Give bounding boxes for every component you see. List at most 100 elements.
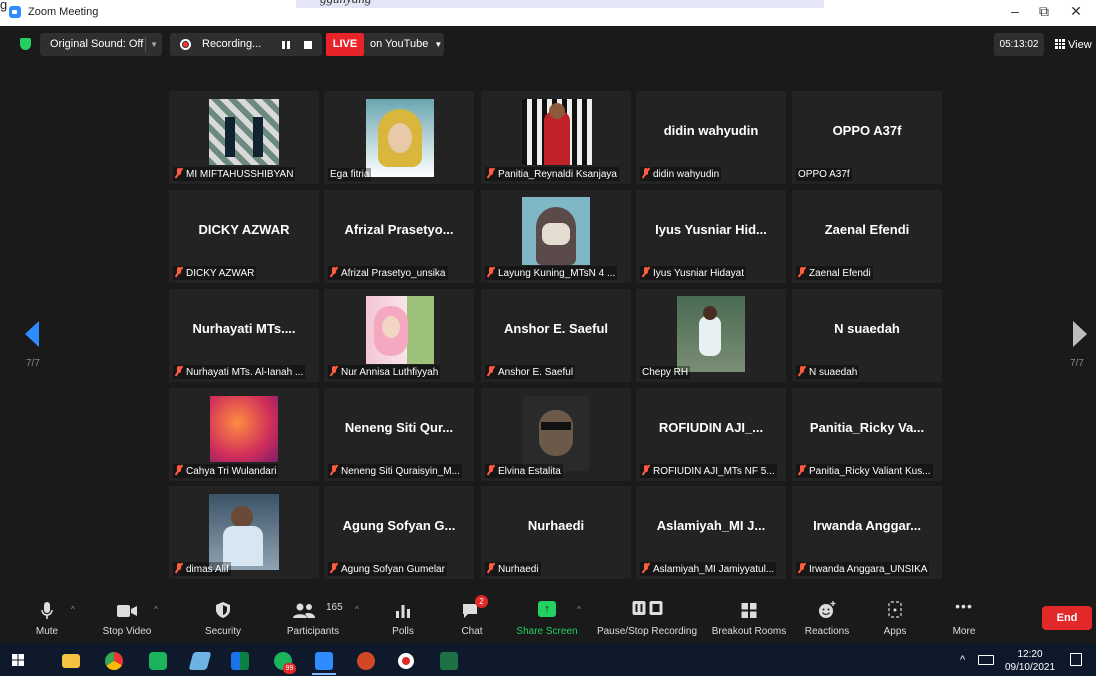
pause-recording-icon[interactable]: [282, 41, 290, 49]
apps-button[interactable]: Apps: [878, 593, 912, 644]
stop-video-button[interactable]: ^ Stop Video: [96, 593, 158, 644]
participant-tile[interactable]: N suaedah N suaedah: [792, 289, 942, 382]
participant-name-label: Aslamiyah_MI Jamiyyatul...: [640, 562, 777, 576]
reactions-button[interactable]: Reactions: [802, 593, 852, 644]
tray-chevron-up-icon[interactable]: ^: [960, 654, 965, 667]
participant-tile[interactable]: Irwanda Anggar... Irwanda Anggara_UNSIKA: [792, 486, 942, 579]
participant-tile[interactable]: didin wahyudin didin wahyudin: [636, 91, 786, 184]
chat-button[interactable]: 2 Chat: [455, 593, 489, 644]
participant-name: didin wahyudin: [653, 169, 720, 180]
encryption-shield-icon[interactable]: [20, 38, 31, 50]
excel-icon[interactable]: [440, 652, 458, 670]
muted-microphone-icon: [487, 366, 495, 376]
participant-name: Irwanda Anggara_UNSIKA: [809, 564, 928, 575]
minimize-button[interactable]: –: [1005, 3, 1025, 21]
next-page-arrow-icon[interactable]: [1073, 321, 1087, 347]
participants-label: Participants: [286, 626, 340, 637]
chevron-up-icon[interactable]: ^: [355, 605, 359, 614]
participant-tile[interactable]: DICKY AZWAR DICKY AZWAR: [169, 190, 319, 283]
share-screen-button[interactable]: ↑ ^ Share Screen: [513, 593, 581, 644]
clock-date: 09/10/2021: [1004, 662, 1056, 673]
participant-tile[interactable]: Ega fitria: [324, 91, 474, 184]
restore-button[interactable]: ⧉: [1034, 3, 1054, 21]
muted-microphone-icon: [798, 366, 806, 376]
view-button[interactable]: View: [1055, 39, 1092, 51]
participant-tile[interactable]: Iyus Yusniar Hid... Iyus Yusniar Hidayat: [636, 190, 786, 283]
chevron-up-icon[interactable]: ^: [71, 605, 75, 614]
more-button[interactable]: ••• More: [948, 593, 980, 644]
end-meeting-button[interactable]: End: [1042, 606, 1092, 630]
screen-recorder-icon[interactable]: [398, 653, 414, 669]
participant-name-label: Iyus Yusniar Hidayat: [640, 266, 746, 280]
close-button[interactable]: ✕: [1066, 3, 1086, 21]
participant-tile[interactable]: Elvina Estalita: [481, 388, 631, 481]
muted-microphone-icon: [330, 465, 338, 475]
participant-tile[interactable]: Cahya Tri Wulandari: [169, 388, 319, 481]
participant-tile[interactable]: Layung Kuning_MTsN 4 ...: [481, 190, 631, 283]
system-clock[interactable]: 12:20 09/10/2021: [1000, 648, 1060, 674]
participant-display-name: ROFIUDIN AJI_...: [658, 420, 764, 435]
participant-name: Aslamiyah_MI Jamiyyatul...: [653, 564, 775, 575]
participant-tile[interactable]: Nurhaedi Nurhaedi: [481, 486, 631, 579]
pause-stop-recording-button[interactable]: Pause/Stop Recording: [595, 593, 699, 644]
participant-name: MI MIFTAHUSSHIBYAN: [186, 169, 294, 180]
chevron-down-icon[interactable]: ▼: [150, 33, 158, 56]
participant-name-label: Cahya Tri Wulandari: [173, 464, 279, 478]
participant-tile[interactable]: Nur Annisa Luthfiyyah: [324, 289, 474, 382]
participant-name-label: Irwanda Anggara_UNSIKA: [796, 562, 930, 576]
participant-video: [522, 197, 590, 265]
file-explorer-icon[interactable]: [62, 654, 80, 668]
muted-microphone-icon: [175, 465, 183, 475]
participant-name-label: Layung Kuning_MTsN 4 ...: [485, 266, 618, 280]
whatsapp-desktop-icon[interactable]: [149, 652, 167, 670]
participant-tile[interactable]: dimas Alif: [169, 486, 319, 579]
more-label: More: [952, 626, 976, 637]
mute-button[interactable]: ^ Mute: [27, 593, 75, 644]
stop-recording-icon[interactable]: [304, 41, 312, 49]
participant-name-label: dimas Alif: [173, 562, 231, 576]
previous-page-arrow-icon[interactable]: [25, 321, 39, 347]
zoom-logo-icon: [9, 6, 21, 18]
participant-name-label: Agung Sofyan Gumelar: [328, 562, 447, 576]
participant-name: Chepy RH: [642, 367, 689, 378]
participant-tile[interactable]: OPPO A37f OPPO A37f: [792, 91, 942, 184]
participant-tile[interactable]: Zaenal Efendi Zaenal Efendi: [792, 190, 942, 283]
participants-button[interactable]: 165 ^ Participants: [284, 593, 359, 644]
participant-tile[interactable]: Panitia_Reynaldi Ksanjaya: [481, 91, 631, 184]
participant-tile[interactable]: Nurhayati MTs.... Nurhayati MTs. Al-Ianah…: [169, 289, 319, 382]
polls-button[interactable]: Polls: [383, 593, 423, 644]
participant-tile[interactable]: Aslamiyah_MI J... Aslamiyah_MI Jamiyyatul…: [636, 486, 786, 579]
participant-tile[interactable]: Chepy RH: [636, 289, 786, 382]
live-stream-menu[interactable]: on YouTube ▼: [364, 33, 444, 56]
participants-icon: [293, 603, 315, 618]
notes-app-icon[interactable]: [188, 652, 212, 670]
recording-dot-icon: [180, 39, 191, 50]
chevron-up-icon[interactable]: ^: [154, 605, 158, 614]
battery-icon[interactable]: [978, 655, 994, 665]
participant-name: Nurhayati MTs. Al-Ianah ...: [186, 367, 304, 378]
share-arrow-icon: ↑: [538, 601, 556, 617]
windows-start-icon[interactable]: [12, 654, 24, 666]
participant-tile[interactable]: Anshor E. Saeful Anshor E. Saeful: [481, 289, 631, 382]
participant-name-label: DICKY AZWAR: [173, 266, 257, 280]
muted-microphone-icon: [330, 563, 338, 573]
participant-tile[interactable]: Panitia_Ricky Va... Panitia_Ricky Valiant…: [792, 388, 942, 481]
participant-tile[interactable]: Agung Sofyan G... Agung Sofyan Gumelar: [324, 486, 474, 579]
participant-tile[interactable]: MI MIFTAHUSSHIBYAN: [169, 91, 319, 184]
security-button[interactable]: Security: [197, 593, 249, 644]
participant-video: [209, 494, 279, 570]
participant-tile[interactable]: Afrizal Prasetyo... Afrizal Prasetyo_unsi…: [324, 190, 474, 283]
participant-name: Cahya Tri Wulandari: [186, 466, 277, 477]
chrome-icon[interactable]: [105, 652, 123, 670]
participant-tile[interactable]: ROFIUDIN AJI_... ROFIUDIN AJI_MTs NF 5...: [636, 388, 786, 481]
participant-tile[interactable]: Neneng Siti Qur... Neneng Siti Quraisyin_…: [324, 388, 474, 481]
participant-name: Afrizal Prasetyo_unsika: [341, 268, 446, 279]
notifications-icon[interactable]: [1070, 653, 1082, 666]
participant-display-name: Nurhaedi: [527, 518, 585, 533]
spreadsheet-app-icon[interactable]: [231, 652, 249, 670]
original-sound-toggle[interactable]: Original Sound: Off ▼: [40, 33, 162, 56]
chevron-up-icon[interactable]: ^: [577, 605, 581, 614]
breakout-rooms-button[interactable]: Breakout Rooms: [709, 593, 789, 644]
zoom-taskbar-icon[interactable]: [315, 652, 333, 670]
powerpoint-icon[interactable]: [357, 652, 375, 670]
